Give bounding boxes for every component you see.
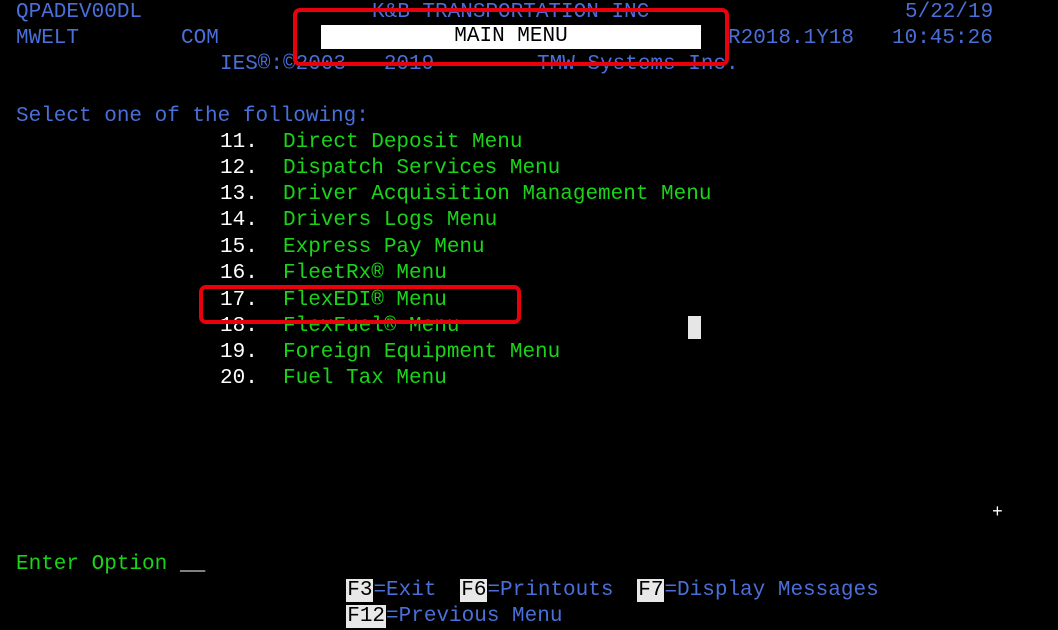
menu-item-label[interactable]: Fuel Tax Menu xyxy=(283,366,447,392)
menu-item-number: 13. xyxy=(220,183,258,206)
menu-item-number: 16. xyxy=(220,262,258,285)
menu-item-label[interactable]: Foreign Equipment Menu xyxy=(283,340,560,366)
company-name: K&B TRANSPORTATION INC xyxy=(372,1,650,24)
menu-item-label[interactable]: Dispatch Services Menu xyxy=(283,156,560,182)
f12-key-desc: =Previous Menu xyxy=(386,605,563,628)
more-indicator: + xyxy=(992,503,1003,523)
environment-label: COM xyxy=(181,27,219,50)
menu-item-number: 18. xyxy=(220,315,258,338)
menu-item-label[interactable]: FlexFuel® Menu xyxy=(283,314,459,340)
text-cursor xyxy=(688,316,701,339)
f7-key-label: F7 xyxy=(637,579,665,602)
menu-item-number: 17. xyxy=(220,289,258,312)
menu-item-number: 12. xyxy=(220,157,258,180)
vendor-text: TMW Systems Inc. xyxy=(537,53,739,76)
option-input[interactable]: __ xyxy=(180,552,205,578)
menu-item-number: 19. xyxy=(220,341,258,364)
menu-title: MAIN MENU xyxy=(321,25,701,49)
version-label: R2018.1Y18 xyxy=(728,27,855,50)
enter-option-label: Enter Option xyxy=(16,553,168,576)
menu-item-number: 15. xyxy=(220,236,258,259)
menu-item-label[interactable]: Express Pay Menu xyxy=(283,235,485,261)
menu-item-label[interactable]: Drivers Logs Menu xyxy=(283,208,497,234)
select-prompt: Select one of the following: xyxy=(16,105,369,128)
time-display: 10:45:26 xyxy=(892,27,993,50)
f12-key-label: F12 xyxy=(346,605,387,628)
menu-item-label[interactable]: Driver Acquisition Management Menu xyxy=(283,182,711,208)
menu-item-label[interactable]: Direct Deposit Menu xyxy=(283,130,522,156)
copyright-text: IES®:©2003 - 2019 xyxy=(220,53,435,76)
menu-item-label[interactable]: FlexEDI® Menu xyxy=(283,288,447,314)
f12-previous-menu-key[interactable]: F12=Previous Menu xyxy=(321,578,562,630)
date-display: 5/22/19 xyxy=(905,1,994,24)
menu-item-label[interactable]: FleetRx® Menu xyxy=(283,261,447,287)
f7-display-messages-key[interactable]: F7=Display Messages xyxy=(612,552,879,604)
system-id: QPADEV00DL xyxy=(16,1,143,24)
menu-item-number: 11. xyxy=(220,131,258,154)
menu-item-number: 20. xyxy=(220,367,258,390)
user-id: MWELT xyxy=(16,27,80,50)
menu-item-number: 14. xyxy=(220,209,258,232)
f7-key-desc: =Display Messages xyxy=(664,579,879,602)
